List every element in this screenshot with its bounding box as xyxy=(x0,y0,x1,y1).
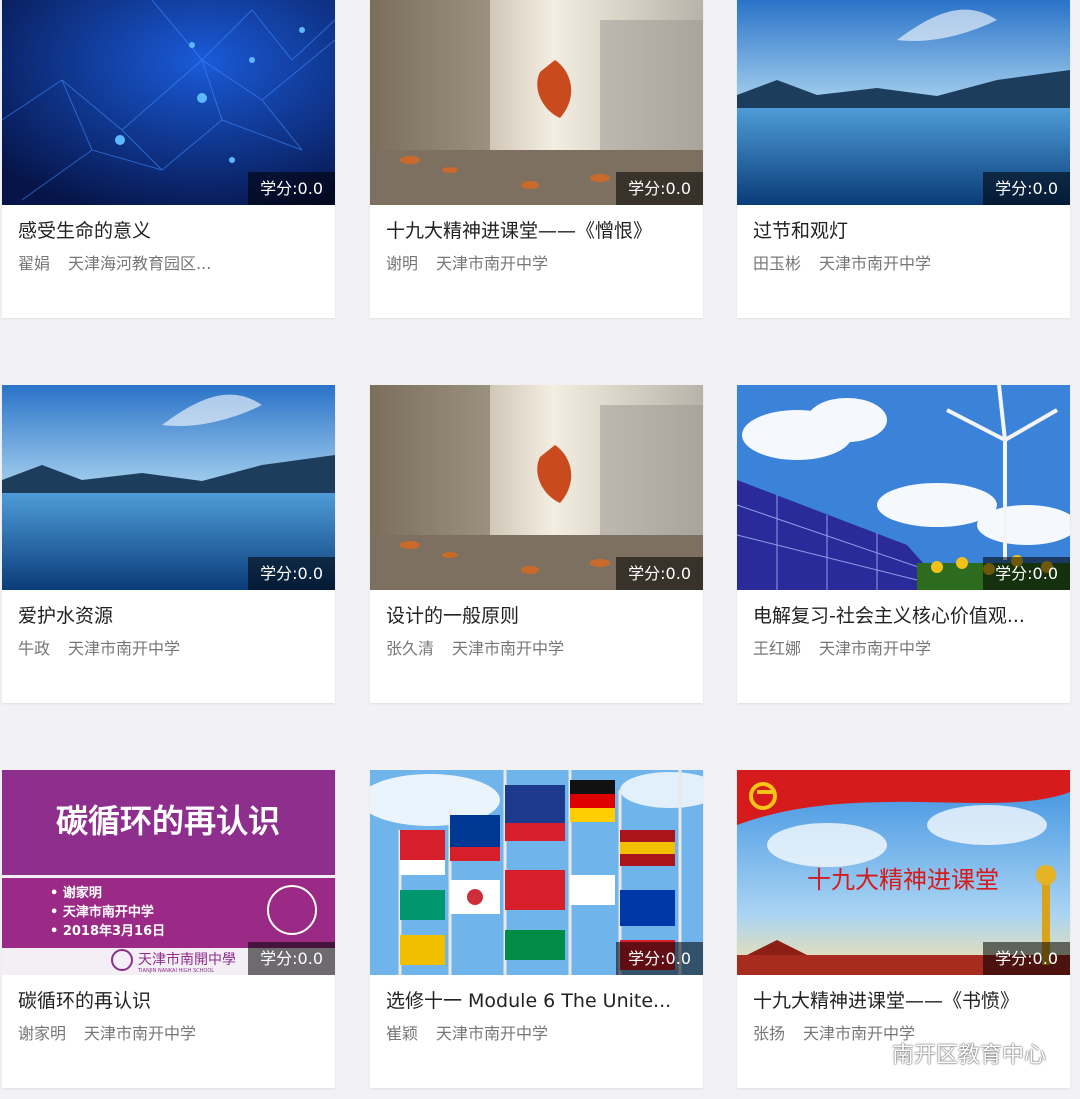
course-thumbnail[interactable]: 学分:0.0 xyxy=(2,0,335,205)
teacher-name: 牛政 xyxy=(18,639,51,658)
course-title[interactable]: 设计的一般原则 xyxy=(386,601,691,628)
carbon-slide-line: • 谢家明 xyxy=(50,885,102,901)
carbon-school-name: 天津市南開中學 xyxy=(138,951,236,968)
course-thumbnail[interactable]: 学分:0.0 xyxy=(370,385,703,590)
course-thumbnail[interactable]: 十九大精神进课堂 学分:0.0 xyxy=(737,770,1070,975)
course-title[interactable]: 电解复习-社会主义核心价值观... xyxy=(753,601,1058,628)
teacher-name: 田玉彬 xyxy=(753,254,802,273)
course-card[interactable]: 碳循环的再认识 • 谢家明 • 天津市南开中学 • 2018年3月16日 天津市… xyxy=(2,770,335,1088)
teacher-name: 翟娟 xyxy=(18,254,51,273)
teacher-name: 谢家明 xyxy=(18,1024,67,1043)
course-thumbnail[interactable]: 学分:0.0 xyxy=(370,770,703,975)
course-thumbnail[interactable]: 学分:0.0 xyxy=(2,385,335,590)
course-meta: 田玉彬 天津市南开中学 xyxy=(753,250,1058,274)
course-card[interactable]: 学分:0.0 设计的一般原则 张久清 天津市南开中学 xyxy=(370,385,703,703)
carbon-slide-title: 碳循环的再认识 xyxy=(56,802,280,840)
credit-badge: 学分:0.0 xyxy=(616,557,703,590)
course-meta: 崔颖 天津市南开中学 xyxy=(386,1020,691,1044)
school-name: 天津市南开中学 xyxy=(819,254,932,273)
credit-badge: 学分:0.0 xyxy=(248,942,335,975)
credit-badge: 学分:0.0 xyxy=(983,557,1070,590)
carbon-slide-line: • 天津市南开中学 xyxy=(50,904,154,920)
credit-badge: 学分:0.0 xyxy=(248,172,335,205)
credit-badge: 学分:0.0 xyxy=(616,942,703,975)
wechat-watermark: 南开区教育中心 xyxy=(852,1037,1046,1069)
course-card[interactable]: 学分:0.0 选修十一 Module 6 The Unite... 崔颖 天津市南… xyxy=(370,770,703,1088)
teacher-name: 张扬 xyxy=(753,1024,786,1043)
course-title[interactable]: 选修十一 Module 6 The Unite... xyxy=(386,986,691,1013)
teacher-name: 谢明 xyxy=(386,254,419,273)
course-card[interactable]: 学分:0.0 感受生命的意义 翟娟 天津海河教育园区... xyxy=(2,0,335,318)
course-meta: 谢明 天津市南开中学 xyxy=(386,250,691,274)
teacher-name: 崔颖 xyxy=(386,1024,419,1043)
credit-badge: 学分:0.0 xyxy=(248,557,335,590)
school-name: 天津市南开中学 xyxy=(436,1024,549,1043)
course-title[interactable]: 感受生命的意义 xyxy=(18,216,323,243)
credit-badge: 学分:0.0 xyxy=(983,172,1070,205)
school-name: 天津海河教育园区... xyxy=(68,254,212,273)
course-card[interactable]: 学分:0.0 十九大精神进课堂——《憎恨》 谢明 天津市南开中学 xyxy=(370,0,703,318)
course-thumbnail[interactable]: 学分:0.0 xyxy=(737,0,1070,205)
course-thumbnail[interactable]: 学分:0.0 xyxy=(737,385,1070,590)
course-meta: 谢家明 天津市南开中学 xyxy=(18,1020,323,1044)
credit-badge: 学分:0.0 xyxy=(616,172,703,205)
course-title[interactable]: 过节和观灯 xyxy=(753,216,1058,243)
credit-badge: 学分:0.0 xyxy=(983,942,1070,975)
course-thumbnail[interactable]: 学分:0.0 xyxy=(370,0,703,205)
course-card[interactable]: 学分:0.0 爱护水资源 牛政 天津市南开中学 xyxy=(2,385,335,703)
course-meta: 王红娜 天津市南开中学 xyxy=(753,635,1058,659)
course-meta: 翟娟 天津海河教育园区... xyxy=(18,250,323,274)
course-title[interactable]: 十九大精神进课堂——《书愤》 xyxy=(753,986,1058,1013)
course-title[interactable]: 碳循环的再认识 xyxy=(18,986,323,1013)
school-name: 天津市南开中学 xyxy=(68,639,181,658)
teacher-name: 王红娜 xyxy=(753,639,802,658)
carbon-school-name-en: TIANJIN NANKAI HIGH SCHOOL xyxy=(137,968,214,974)
course-title[interactable]: 十九大精神进课堂——《憎恨》 xyxy=(386,216,691,243)
course-title[interactable]: 爱护水资源 xyxy=(18,601,323,628)
school-name: 天津市南开中学 xyxy=(819,639,932,658)
wechat-icon xyxy=(852,1040,885,1065)
course-meta: 张久清 天津市南开中学 xyxy=(386,635,691,659)
watermark-text: 南开区教育中心 xyxy=(891,1043,1046,1068)
course-card[interactable]: 学分:0.0 电解复习-社会主义核心价值观... 王红娜 天津市南开中学 xyxy=(737,385,1070,703)
carbon-slide-line: • 2018年3月16日 xyxy=(50,923,165,939)
school-name: 天津市南开中学 xyxy=(452,639,565,658)
teacher-name: 张久清 xyxy=(386,639,435,658)
course-thumbnail[interactable]: 碳循环的再认识 • 谢家明 • 天津市南开中学 • 2018年3月16日 天津市… xyxy=(2,770,335,975)
course-meta: 牛政 天津市南开中学 xyxy=(18,635,323,659)
course-card[interactable]: 学分:0.0 过节和观灯 田玉彬 天津市南开中学 xyxy=(737,0,1070,318)
party-slide-title: 十九大精神进课堂 xyxy=(807,866,999,894)
school-name: 天津市南开中学 xyxy=(84,1024,197,1043)
school-name: 天津市南开中学 xyxy=(436,254,549,273)
course-grid: 学分:0.0 感受生命的意义 翟娟 天津海河教育园区... 学分:0.0 十九大精… xyxy=(0,0,1080,1099)
